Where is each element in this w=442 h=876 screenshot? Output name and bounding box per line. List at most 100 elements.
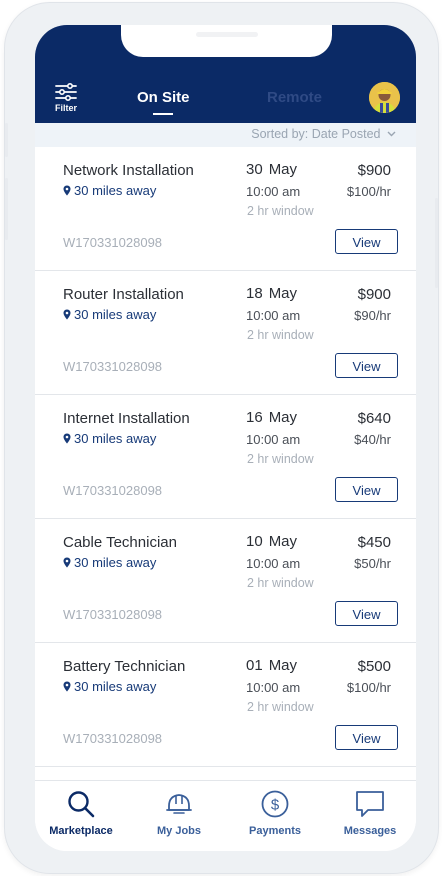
- job-id: W170331028098: [63, 359, 163, 374]
- nav-marketplace[interactable]: Marketplace: [41, 789, 121, 837]
- view-button[interactable]: View: [335, 601, 398, 626]
- job-distance: 30 miles away: [63, 555, 156, 570]
- job-distance: 30 miles away: [63, 183, 156, 198]
- job-date: 16 May: [246, 409, 297, 426]
- job-date: 18 May: [246, 285, 297, 302]
- job-price: $900: [357, 286, 391, 303]
- sort-dropdown[interactable]: Sorted by: Date Posted: [251, 127, 396, 141]
- job-price: $500: [357, 658, 391, 675]
- user-avatar[interactable]: [369, 82, 400, 113]
- date-month: May: [268, 533, 298, 550]
- nav-label: Messages: [343, 825, 397, 837]
- job-date: 10 May: [246, 533, 297, 550]
- side-button: [5, 178, 8, 240]
- chat-icon: [356, 791, 384, 817]
- search-icon: [68, 791, 95, 818]
- job-title: Network Installation: [63, 162, 194, 179]
- location-pin-icon: [63, 309, 71, 320]
- sort-bar: Sorted by: Date Posted: [35, 123, 416, 147]
- job-rate: $100/hr: [346, 184, 391, 199]
- job-date: 01 May: [246, 657, 297, 674]
- time-window: 2 hr window: [247, 204, 314, 218]
- job-time: 10:00 am: [246, 184, 301, 199]
- job-title: Cable Technician: [63, 534, 177, 551]
- job-rate: $50/hr: [354, 556, 391, 571]
- nav-label: Payments: [249, 825, 301, 837]
- date-month: May: [268, 409, 298, 426]
- view-button[interactable]: View: [335, 477, 398, 502]
- time-window: 2 hr window: [247, 576, 314, 590]
- job-price: $640: [357, 410, 391, 427]
- view-button[interactable]: View: [335, 725, 398, 750]
- phone-frame: Filter On Site Remote Sorted by: Date Po…: [4, 2, 439, 874]
- date-day: 10: [246, 533, 263, 550]
- job-time: 10:00 am: [246, 432, 301, 447]
- job-rate: $100/hr: [346, 680, 391, 695]
- location-pin-icon: [63, 557, 71, 568]
- avatar-icon: [369, 82, 400, 113]
- sort-label: Sorted by: Date Posted: [251, 127, 381, 141]
- dollar-icon: $: [261, 790, 289, 818]
- job-title: Battery Technician: [63, 658, 186, 675]
- job-rate: $40/hr: [354, 432, 391, 447]
- job-title: Router Installation: [63, 286, 184, 303]
- job-price: $450: [357, 534, 391, 551]
- job-time: 10:00 am: [246, 680, 301, 695]
- date-day: 01: [246, 657, 263, 674]
- date-month: May: [268, 161, 298, 178]
- date-day: 16: [246, 409, 263, 426]
- date-month: May: [268, 657, 298, 674]
- time-window: 2 hr window: [247, 328, 314, 342]
- location-pin-icon: [63, 433, 71, 444]
- svg-text:$: $: [271, 797, 280, 814]
- job-card[interactable]: Cable Technician 30 miles away W17033102…: [35, 519, 416, 643]
- job-card[interactable]: Internet Installation 30 miles away W170…: [35, 395, 416, 519]
- job-date: 30 May: [246, 161, 297, 178]
- time-window: 2 hr window: [247, 452, 314, 466]
- nav-label: My Jobs: [156, 825, 201, 837]
- tab-on-site[interactable]: On Site: [137, 89, 190, 115]
- sliders-icon: [55, 83, 77, 101]
- nav-my-jobs[interactable]: My Jobs: [139, 789, 219, 837]
- job-time: 10:00 am: [246, 308, 301, 323]
- job-list: Network Installation 30 miles away W1703…: [35, 147, 416, 767]
- tab-remote[interactable]: Remote: [267, 89, 322, 106]
- job-distance: 30 miles away: [63, 431, 156, 446]
- job-card[interactable]: Router Installation 30 miles away W17033…: [35, 271, 416, 395]
- side-button: [435, 198, 438, 288]
- date-day: 18: [246, 285, 263, 302]
- chevron-down-icon: [387, 131, 396, 137]
- filter-label: Filter: [55, 103, 78, 113]
- speaker-grille: [196, 32, 258, 37]
- job-card[interactable]: Battery Technician 30 miles away W170331…: [35, 643, 416, 767]
- job-id: W170331028098: [63, 607, 163, 622]
- distance-text: 30 miles away: [74, 183, 157, 198]
- job-card[interactable]: Network Installation 30 miles away W1703…: [35, 147, 416, 271]
- job-id: W170331028098: [63, 483, 163, 498]
- date-month: May: [268, 285, 298, 302]
- date-day: 30: [246, 161, 263, 178]
- job-price: $900: [357, 162, 391, 179]
- job-id: W170331028098: [63, 731, 163, 746]
- nav-messages[interactable]: Messages: [330, 789, 410, 837]
- time-window: 2 hr window: [247, 700, 314, 714]
- distance-text: 30 miles away: [74, 679, 157, 694]
- view-button[interactable]: View: [335, 229, 398, 254]
- job-id: W170331028098: [63, 235, 163, 250]
- location-pin-icon: [63, 681, 71, 692]
- distance-text: 30 miles away: [74, 307, 157, 322]
- job-title: Internet Installation: [63, 410, 190, 427]
- nav-label: Marketplace: [49, 825, 113, 837]
- distance-text: 30 miles away: [74, 431, 157, 446]
- view-button[interactable]: View: [335, 353, 398, 378]
- job-time: 10:00 am: [246, 556, 301, 571]
- job-distance: 30 miles away: [63, 307, 156, 322]
- job-distance: 30 miles away: [63, 679, 156, 694]
- filter-button[interactable]: Filter: [55, 83, 77, 113]
- app-screen: Filter On Site Remote Sorted by: Date Po…: [35, 25, 416, 851]
- location-pin-icon: [63, 185, 71, 196]
- phone-notch: [121, 25, 332, 57]
- nav-payments[interactable]: $ Payments: [235, 789, 315, 837]
- distance-text: 30 miles away: [74, 555, 157, 570]
- job-rate: $90/hr: [354, 308, 391, 323]
